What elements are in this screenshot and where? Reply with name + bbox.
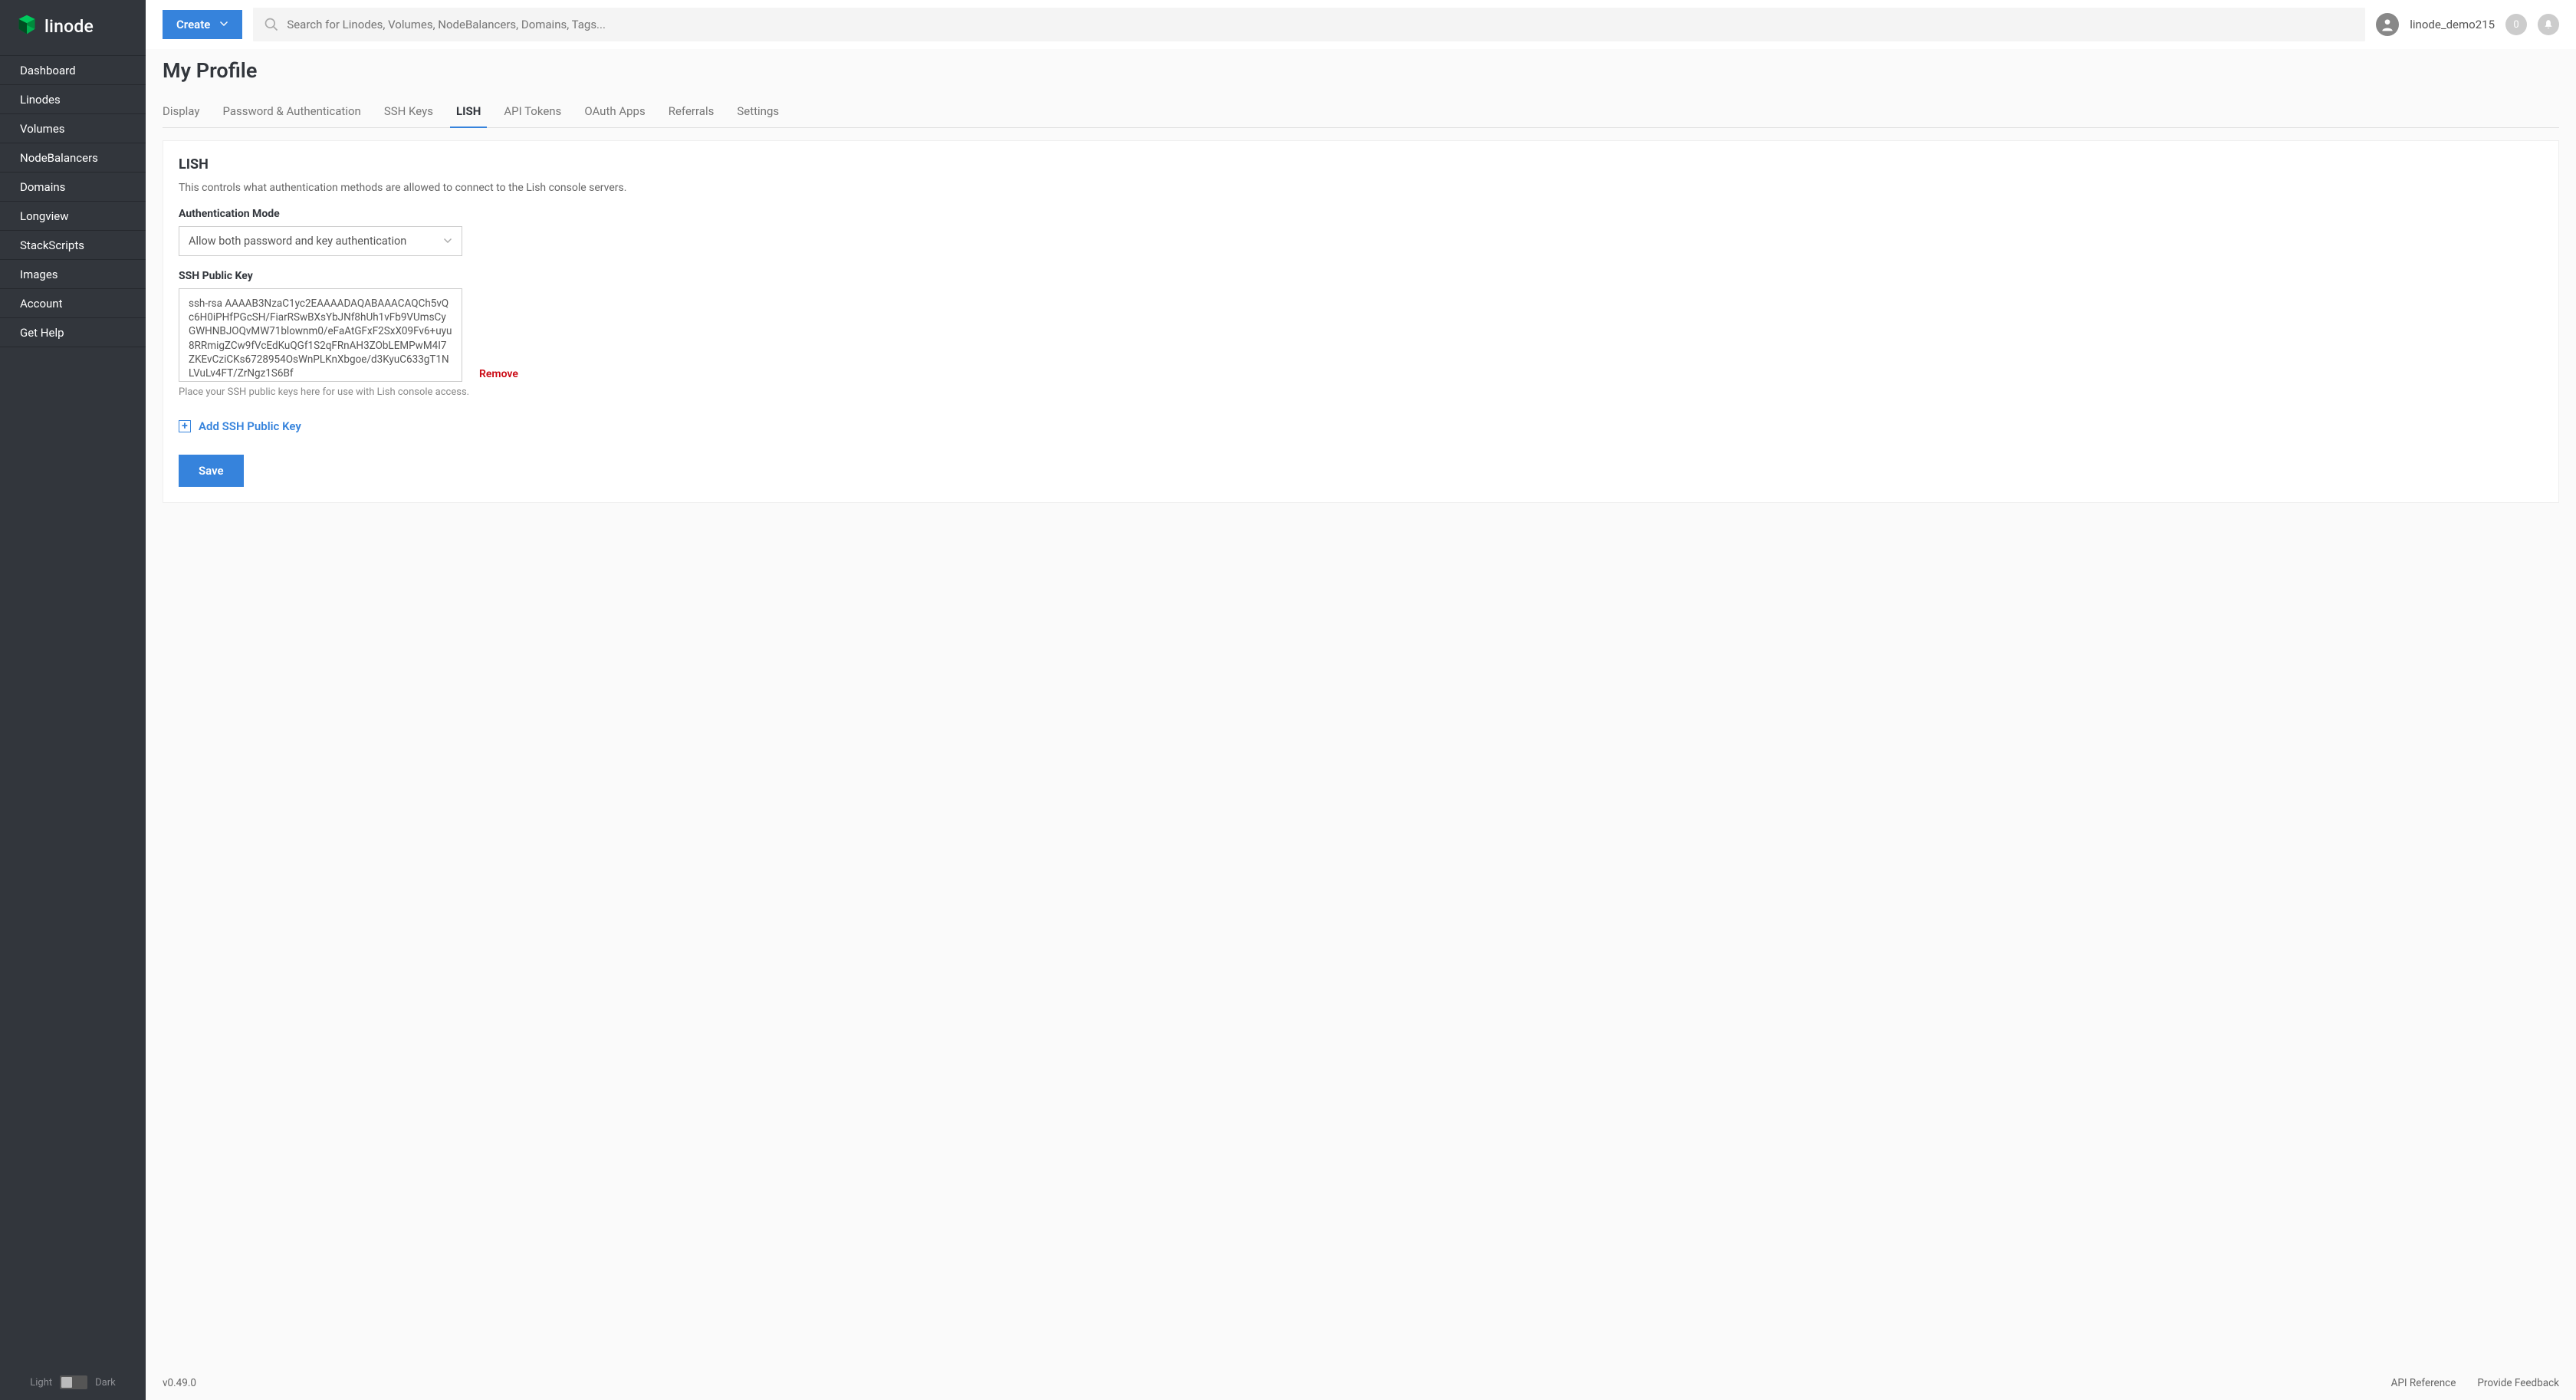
- sidebar: linode Dashboard Linodes Volumes NodeBal…: [0, 0, 146, 1400]
- auth-mode-label: Authentication Mode: [179, 208, 2543, 220]
- search-input[interactable]: [279, 18, 2354, 31]
- user-icon: [2380, 17, 2395, 32]
- sidebar-item-gethelp[interactable]: Get Help: [0, 318, 146, 347]
- add-ssh-key-label: Add SSH Public Key: [199, 419, 301, 433]
- tab-lish[interactable]: LISH: [456, 95, 481, 127]
- lish-panel: LISH This controls what authentication m…: [163, 140, 2559, 503]
- theme-switch[interactable]: Light Dark: [0, 1375, 146, 1389]
- logo[interactable]: linode: [0, 0, 146, 52]
- ssh-key-textarea[interactable]: ssh-rsa AAAAB3NzaC1yc2EAAAADAQABAAACAQCh…: [179, 288, 462, 382]
- tabs: Display Password & Authentication SSH Ke…: [163, 95, 2559, 128]
- sidebar-item-volumes[interactable]: Volumes: [0, 114, 146, 143]
- content: My Profile Display Password & Authentica…: [146, 49, 2576, 1367]
- lish-description: This controls what authentication method…: [179, 182, 2543, 194]
- remove-button[interactable]: Remove: [479, 368, 518, 382]
- add-ssh-key-button[interactable]: + Add SSH Public Key: [179, 419, 2543, 433]
- save-button[interactable]: Save: [179, 455, 244, 487]
- sidebar-item-images[interactable]: Images: [0, 260, 146, 289]
- nav-list: Dashboard Linodes Volumes NodeBalancers …: [0, 55, 146, 347]
- ssh-key-label: SSH Public Key: [179, 270, 2543, 282]
- user-area: linode_demo215 0: [2376, 13, 2559, 36]
- sidebar-item-nodebalancers[interactable]: NodeBalancers: [0, 143, 146, 173]
- auth-mode-select[interactable]: Allow both password and key authenticati…: [179, 226, 462, 256]
- chevron-down-icon: [219, 20, 228, 29]
- tab-referrals[interactable]: Referrals: [669, 95, 715, 127]
- sidebar-item-dashboard[interactable]: Dashboard: [0, 55, 146, 85]
- main: Create linode_demo215 0 My Profile Displ…: [146, 0, 2576, 1400]
- tab-password-auth[interactable]: Password & Authentication: [222, 95, 360, 127]
- search-icon: [264, 17, 279, 32]
- sidebar-item-linodes[interactable]: Linodes: [0, 85, 146, 114]
- avatar[interactable]: [2376, 13, 2399, 36]
- lish-heading: LISH: [179, 156, 2543, 173]
- theme-light-label: Light: [30, 1377, 52, 1388]
- theme-dark-label: Dark: [95, 1377, 116, 1388]
- auth-mode-value: Allow both password and key authenticati…: [189, 235, 406, 248]
- chevron-down-icon: [443, 237, 452, 246]
- plus-icon: +: [179, 420, 191, 432]
- username[interactable]: linode_demo215: [2410, 18, 2495, 31]
- tab-ssh-keys[interactable]: SSH Keys: [384, 95, 433, 127]
- sidebar-item-domains[interactable]: Domains: [0, 173, 146, 202]
- logo-icon: [17, 14, 37, 38]
- footer: v0.49.0 API Reference Provide Feedback: [146, 1367, 2576, 1400]
- provide-feedback-link[interactable]: Provide Feedback: [2477, 1377, 2559, 1389]
- tab-settings[interactable]: Settings: [737, 95, 779, 127]
- search-bar[interactable]: [253, 8, 2365, 41]
- ssh-key-helper: Place your SSH public keys here for use …: [179, 386, 2543, 398]
- tab-display[interactable]: Display: [163, 95, 199, 127]
- page-title: My Profile: [163, 58, 2559, 83]
- bell-icon: [2543, 19, 2554, 30]
- theme-toggle[interactable]: [60, 1375, 87, 1389]
- create-button[interactable]: Create: [163, 10, 242, 39]
- sidebar-item-longview[interactable]: Longview: [0, 202, 146, 231]
- ssh-key-row: ssh-rsa AAAAB3NzaC1yc2EAAAADAQABAAACAQCh…: [179, 282, 2543, 382]
- version: v0.49.0: [163, 1377, 196, 1389]
- tab-oauth-apps[interactable]: OAuth Apps: [584, 95, 645, 127]
- tab-api-tokens[interactable]: API Tokens: [504, 95, 561, 127]
- api-reference-link[interactable]: API Reference: [2391, 1377, 2456, 1389]
- sidebar-item-account[interactable]: Account: [0, 289, 146, 318]
- sidebar-item-stackscripts[interactable]: StackScripts: [0, 231, 146, 260]
- topbar: Create linode_demo215 0: [146, 0, 2576, 49]
- bell-button[interactable]: [2538, 14, 2559, 35]
- notification-count-badge[interactable]: 0: [2505, 14, 2527, 35]
- create-button-label: Create: [176, 18, 210, 31]
- logo-text: linode: [44, 16, 94, 37]
